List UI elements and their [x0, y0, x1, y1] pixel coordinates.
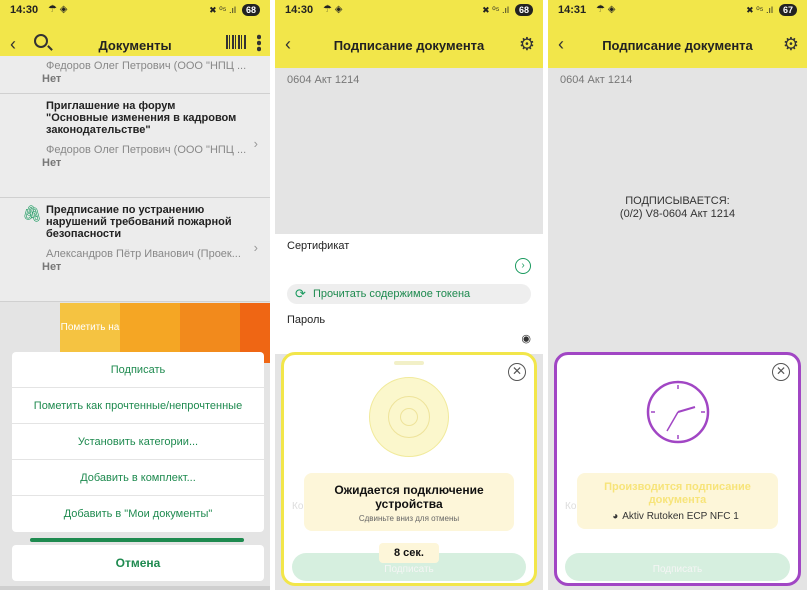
cancel-button[interactable]: Отмена [12, 545, 264, 581]
list-item[interactable]: Приглашение на форум "Основные изменения… [0, 94, 270, 198]
document-name: 0604 Акт 1214 [287, 74, 360, 86]
status-bar: 14:30 ☂ ◈ ✖ ⁰⁵ .ıl 68 [275, 0, 543, 22]
signal-icon: ✖ ⁰⁵ .ıl [746, 5, 773, 15]
list-item[interactable]: Федоров Олег Петрович (ООО "НПЦ ... Нет [0, 56, 270, 94]
status-bar: 14:31 ☂ ◈ ✖ ⁰⁵ .ıl 67 [548, 0, 807, 22]
document-status: Нет [42, 73, 62, 85]
drag-handle[interactable] [394, 361, 424, 365]
signing-status: ПОДПИСЫВАЕТСЯ: (0/2) V8-0604 Акт 1214 [548, 195, 807, 221]
chevron-right-icon: › [253, 240, 258, 255]
close-icon[interactable]: ✕ [508, 363, 526, 381]
app-bar: ‹ Подписание документа ⚙ [548, 22, 807, 68]
barcode-icon[interactable] [226, 35, 246, 49]
device-name: Aktiv Rutoken ECP NFC 1 [622, 511, 739, 522]
password-label: Пароль [287, 314, 326, 326]
signal-icon: ✖ ⁰⁵ .ıl [209, 5, 236, 15]
action-menu: Подписать Пометить как прочтенные/непроч… [12, 352, 264, 532]
signing-status-line-2: (0/2) V8-0604 Акт 1214 [619, 208, 736, 220]
document-author: Федоров Олег Петрович (ООО "НПЦ ... [46, 60, 247, 72]
battery-icon: 68 [514, 4, 533, 16]
arrow-circle-icon[interactable]: › [515, 258, 531, 274]
document-author: Александров Пётр Иванович (Проек... [46, 248, 241, 260]
device-info: ◕ Aktiv Rutoken ECP NFC 1 [577, 511, 778, 522]
document-status: Нет [42, 157, 62, 169]
network-icons: ☂ ◈ [323, 4, 343, 15]
phone-signing-progress: 14:31 ☂ ◈ ✖ ⁰⁵ .ıl 67 ‹ Подписание докум… [548, 0, 807, 590]
menu-item-add-to-set[interactable]: Добавить в комплект... [12, 460, 264, 496]
page-title: Подписание документа [333, 38, 485, 53]
signing-message: Производится подписание документа ◕ Aktiv… [577, 473, 778, 529]
menu-item-mark-read[interactable]: Пометить как прочтенные/непрочтенные [12, 388, 264, 424]
globe-icon: ◕ [612, 511, 619, 522]
underlying-sign-button [30, 538, 244, 542]
clock-icon [646, 380, 709, 444]
sign-button[interactable]: Подписать [565, 553, 790, 581]
document-author: Федоров Олег Петрович (ООО "НПЦ ... [46, 144, 247, 156]
menu-item-add-to-my-documents[interactable]: Добавить в "Мои документы" [12, 496, 264, 532]
countdown-timer: 8 сек. [379, 543, 439, 563]
status-time: 14:31 [558, 4, 587, 16]
phone-documents-list: 14:30 ☂ ◈ ✖ ⁰⁵ .ıl 68 ‹ Документы Федоро… [0, 0, 270, 590]
signing-status-line-1: ПОДПИСЫВАЕТСЯ: [625, 195, 730, 207]
page-title: Подписание документа [602, 38, 753, 53]
refresh-icon: ⟳ [295, 286, 306, 301]
certificate-label: Сертификат [287, 240, 350, 252]
paperclip-icon: 🖇 [22, 206, 43, 223]
close-icon[interactable]: ✕ [772, 363, 790, 381]
network-icons: ☂ ◈ [596, 4, 616, 15]
signing-sheet: ✕ Комментарии Производится подписание до… [554, 352, 801, 586]
nfc-ring [400, 408, 418, 426]
document-title: Приглашение на форум "Основные изменения… [46, 100, 237, 136]
battery-icon: 68 [241, 4, 260, 16]
list-item[interactable]: 🖇 Предписание по устранению нарушений тр… [0, 198, 270, 302]
signing-heading: Производится подписание документа [604, 481, 751, 506]
wait-subtext: Сдвиньте вниз для отмены [358, 514, 460, 523]
status-time: 14:30 [285, 4, 314, 16]
network-icons: ☂ ◈ [48, 4, 68, 15]
gear-icon[interactable]: ⚙ [519, 34, 535, 55]
battery-icon: 67 [778, 4, 797, 16]
wait-heading: Ожидается подключение устройства [334, 483, 484, 511]
nav-bar [0, 586, 270, 590]
document-status: Нет [42, 261, 62, 273]
read-token-label: Прочитать содержимое токена [313, 288, 471, 300]
menu-item-sign[interactable]: Подписать [12, 352, 264, 388]
menu-item-set-categories[interactable]: Установить категории... [12, 424, 264, 460]
read-token-button[interactable]: ⟳ Прочитать содержимое токена [287, 284, 531, 304]
app-bar: ‹ Подписание документа ⚙ [275, 22, 543, 68]
kebab-icon[interactable] [257, 34, 261, 52]
nfc-wait-sheet: ✕ Комментарий Ожидается подключение устр… [281, 352, 537, 586]
nfc-icon [369, 377, 449, 457]
wait-message: Ожидается подключение устройства Сдвиньт… [304, 473, 514, 531]
phone-signing-waiting: 14:30 ☂ ◈ ✖ ⁰⁵ .ıl 68 ‹ Подписание докум… [275, 0, 543, 590]
document-list: Федоров Олег Петрович (ООО "НПЦ ... Нет … [0, 56, 270, 302]
signal-icon: ✖ ⁰⁵ .ıl [482, 5, 509, 15]
chevron-right-icon: › [253, 136, 258, 151]
status-time: 14:30 [10, 4, 39, 16]
certificate-form: Сертификат › ⟳ Прочитать содержимое токе… [275, 234, 543, 354]
gear-icon[interactable]: ⚙ [783, 34, 799, 55]
status-bar: 14:30 ☂ ◈ ✖ ⁰⁵ .ıl 68 [0, 0, 270, 22]
document-name: 0604 Акт 1214 [560, 74, 633, 86]
eye-icon[interactable]: ◉ [521, 332, 531, 345]
